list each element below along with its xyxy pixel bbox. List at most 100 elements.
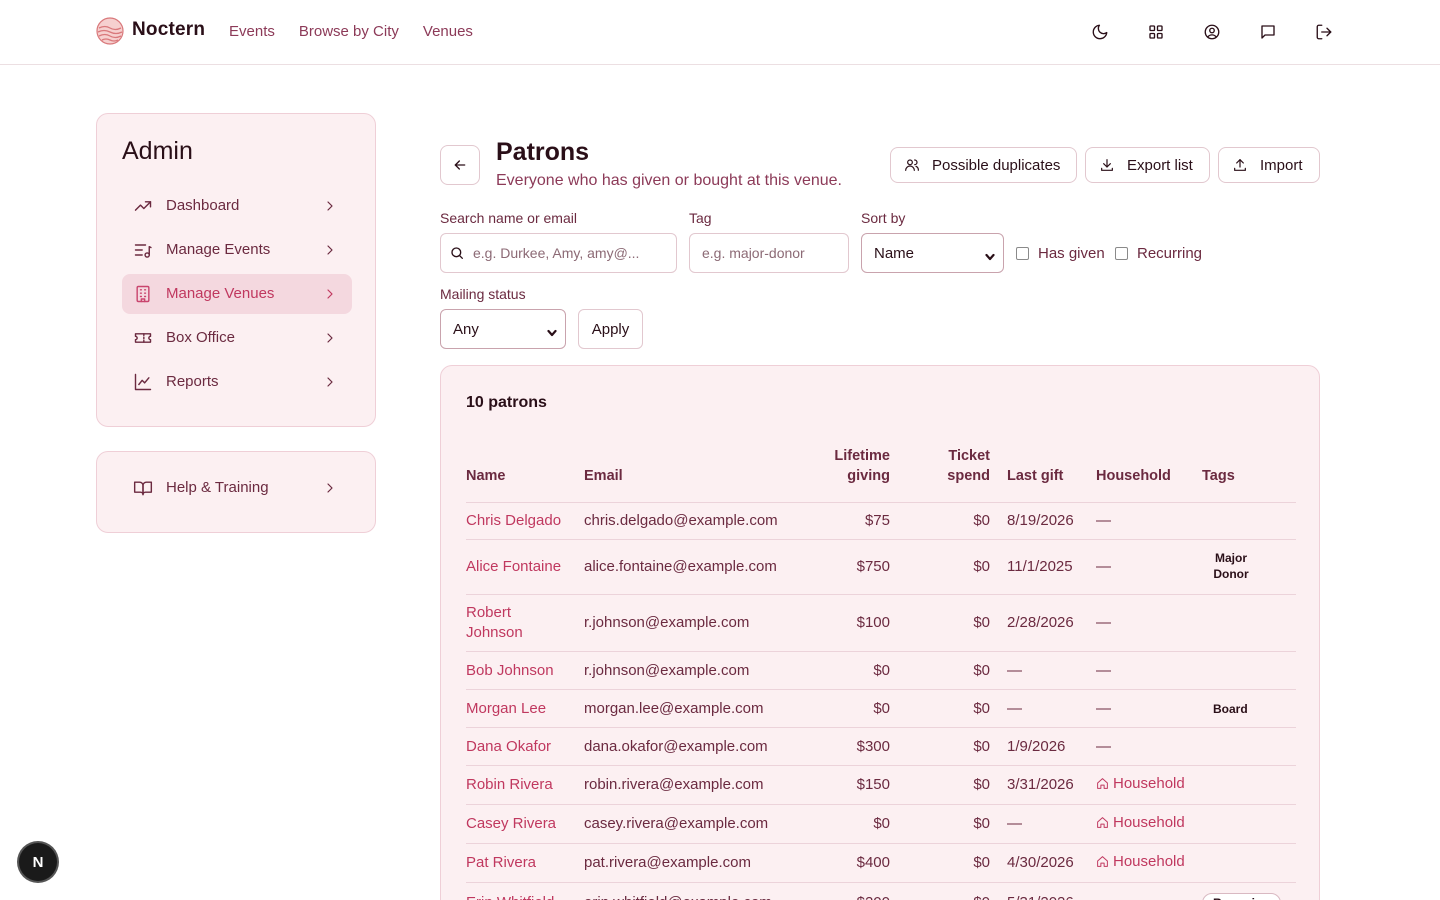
sidebar-item-manage-venues[interactable]: Manage Venues [122,274,352,314]
patron-name-link[interactable]: Dana Okafor [466,727,584,766]
apps-grid-icon[interactable] [1144,20,1168,44]
logo-icon[interactable] [96,17,124,45]
household-cell: — [1096,502,1202,540]
patron-name-link[interactable]: Casey Rivera [466,804,584,844]
download-icon [1101,159,1113,171]
chevron-right-icon [322,242,338,258]
possible-duplicates-button[interactable]: Possible duplicates [890,147,1077,183]
sort-select[interactable]: Name [861,233,1004,273]
lifetime-giving: $200 [816,882,890,900]
arrow-left-icon [454,160,466,170]
sidebar-item-dashboard[interactable]: Dashboard [122,186,352,226]
nav-link-browse-by-city[interactable]: Browse by City [299,23,399,40]
home-icon [1097,817,1108,829]
table-row[interactable]: Morgan Lee morgan.lee@example.com $0 $0 … [466,689,1296,728]
household-link[interactable]: Household [1096,813,1185,833]
last-gift: — [990,689,1096,728]
dev-tools-badge[interactable]: N [19,843,57,881]
sidebar-item-box-office[interactable]: Box Office [122,318,352,358]
patron-name-link[interactable]: Alice Fontaine [466,539,584,595]
brand-name[interactable]: Noctern [132,19,205,41]
import-label: Import [1260,156,1303,174]
patron-name-link[interactable]: Robin Rivera [466,765,584,805]
last-gift: 8/19/2026 [990,502,1096,540]
sidebar-item-reports[interactable]: Reports [122,362,352,402]
apply-button[interactable]: Apply [578,309,643,349]
moon-icon[interactable] [1088,20,1112,44]
chevron-right-icon [322,286,338,302]
import-button[interactable]: Import [1218,147,1320,183]
patron-count: 10 patrons [466,394,547,411]
household-link[interactable]: Household [1096,852,1185,872]
col-ticket-spend[interactable]: Ticket spend [890,446,990,503]
help-card: Help & Training [96,451,376,533]
sidebar-item-manage-events[interactable]: Manage Events [122,230,352,270]
col-lifetime-giving[interactable]: Lifetime giving [816,446,890,503]
table-row[interactable]: Alice Fontaine alice.fontaine@example.co… [466,539,1296,595]
export-list-button[interactable]: Export list [1085,147,1210,183]
checkbox-box[interactable] [1016,247,1029,260]
sidebar-item-label: Manage Events [166,241,271,258]
has-given-checkbox[interactable]: Has given [1016,245,1105,262]
col-household[interactable]: Household [1096,446,1202,503]
tags-cell: Board [1202,689,1296,728]
table-row[interactable]: Dana Okafor dana.okafor@example.com $300… [466,727,1296,766]
patron-email: pat.rivera@example.com [584,843,816,883]
household-empty: — [1096,558,1111,575]
logout-icon[interactable] [1312,20,1336,44]
household-cell: — [1096,539,1202,595]
lifetime-giving: $0 [816,651,890,690]
home-icon [1097,778,1108,790]
home-icon [1097,856,1108,868]
nav-link-venues[interactable]: Venues [423,23,473,40]
table-row[interactable]: Robin Rivera robin.rivera@example.com $1… [466,765,1296,805]
ticket-spend: $0 [890,502,990,540]
checkbox-box[interactable] [1115,247,1128,260]
col-email[interactable]: Email [584,446,816,503]
ticket-spend: $0 [890,539,990,595]
patron-email: morgan.lee@example.com [584,689,816,728]
sidebar-item-help-training[interactable]: Help & Training [122,468,352,508]
patron-name-link[interactable]: Bob Johnson [466,651,584,690]
recurring-checkbox[interactable]: Recurring [1115,245,1202,262]
household-cell: Household [1096,765,1202,805]
nav-link-events[interactable]: Events [229,23,275,40]
col-last-gift[interactable]: Last gift [990,446,1096,503]
col-name[interactable]: Name [466,446,584,503]
message-icon[interactable] [1256,20,1280,44]
col-lifetime-line1: Lifetime [834,448,890,464]
table-row[interactable]: Bob Johnson r.johnson@example.com $0 $0 … [466,651,1296,690]
patron-name-link[interactable]: Pat Rivera [466,843,584,883]
admin-sidebar: Admin Dashboard Manage Events Manage Ven… [96,113,376,427]
table-row[interactable]: Casey Rivera casey.rivera@example.com $0… [466,804,1296,844]
patron-name-link[interactable]: Chris Delgado [466,502,584,540]
possible-duplicates-label: Possible duplicates [932,156,1061,174]
lifetime-giving: $300 [816,727,890,766]
last-gift: 1/9/2026 [990,727,1096,766]
ticket-spend: $0 [890,804,990,844]
sidebar-item-label: Help & Training [166,479,269,496]
sidebar-item-label: Reports [166,373,219,390]
user-circle-icon[interactable] [1200,20,1224,44]
table-row[interactable]: Erin Whitfield erin.whitfield@example.co… [466,882,1296,900]
household-link[interactable]: Household [1096,774,1185,794]
col-tags[interactable]: Tags [1202,446,1296,503]
tags-cell [1202,804,1296,844]
patrons-table-body: Chris Delgado chris.delgado@example.com … [466,502,1296,900]
patron-name-link[interactable]: Erin Whitfield [466,882,584,900]
patron-name-link[interactable]: Morgan Lee [466,689,584,728]
last-gift: 5/31/2026 [990,882,1096,900]
table-row[interactable]: Pat Rivera pat.rivera@example.com $400 $… [466,843,1296,883]
patron-name-link[interactable]: Robert Johnson [466,594,584,652]
search-input[interactable] [473,245,676,261]
table-row[interactable]: Robert Johnson r.johnson@example.com $10… [466,594,1296,652]
back-button[interactable] [440,145,480,185]
last-gift: — [990,804,1096,844]
sidebar-item-label: Manage Venues [166,285,275,302]
mailing-status-select[interactable]: Any [440,309,566,349]
ticket-spend: $0 [890,727,990,766]
last-gift: 2/28/2026 [990,594,1096,652]
book-open-icon [133,478,153,498]
table-row[interactable]: Chris Delgado chris.delgado@example.com … [466,502,1296,540]
tag-input[interactable] [702,245,848,261]
